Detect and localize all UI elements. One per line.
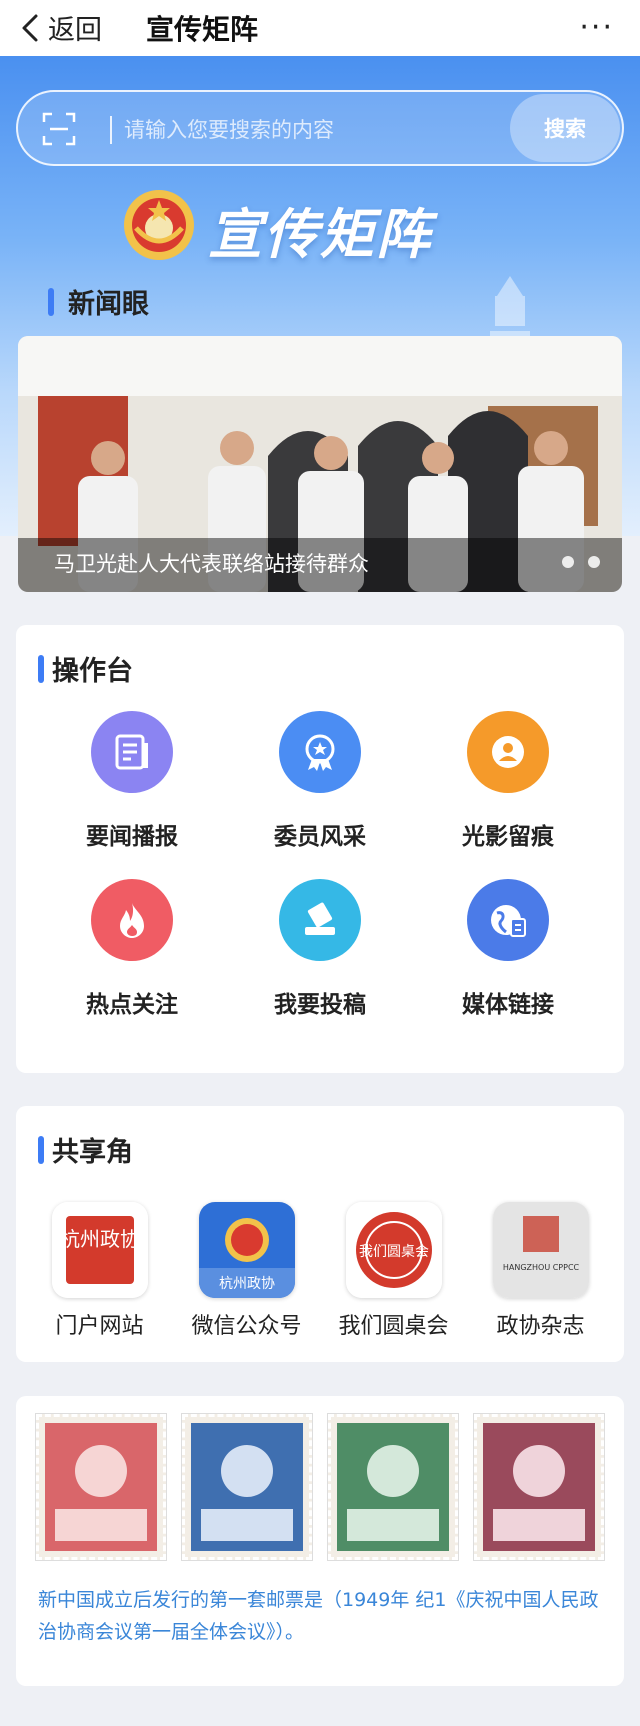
wechat-logo-text: 杭州政协	[219, 1276, 275, 1292]
user-portrait-icon	[467, 711, 549, 793]
page-title: 宣传矩阵	[146, 13, 259, 46]
stamps-card[interactable]: 新中国成立后发行的第一套邮票是（1949年 纪1《庆祝中国人民政治协商会议第一届…	[16, 1396, 624, 1686]
news-carousel[interactable]: 马卫光赴人大代表联络站接待群众	[18, 336, 622, 592]
op-member-profiles[interactable]: 委员风采	[226, 711, 414, 851]
share-label: 我们圆桌会	[338, 1314, 449, 1339]
stamp-image	[328, 1414, 458, 1560]
op-news-broadcast[interactable]: 要闻播报	[38, 711, 226, 851]
back-label: 返回	[48, 15, 102, 46]
op-label: 媒体链接	[462, 992, 554, 1018]
back-button[interactable]: 返回	[18, 8, 102, 47]
stamp-image	[36, 1414, 166, 1560]
flame-icon	[91, 879, 173, 961]
magazine-logo-text: HANGZHOU CPPCC	[502, 1263, 579, 1272]
search-divider	[110, 116, 112, 144]
section-accent-bar	[38, 654, 44, 683]
cppcc-emblem-icon	[124, 190, 194, 260]
share-magazine[interactable]: HANGZHOU CPPCC 政协杂志	[471, 1202, 611, 1340]
top-navbar: 返回 宣传矩阵 ···	[0, 0, 640, 56]
share-round-table[interactable]: 我们圆桌会 我们圆桌会	[324, 1202, 464, 1340]
section-accent-bar	[48, 287, 54, 316]
operations-heading: 操作台	[38, 649, 133, 688]
op-hot-topics[interactable]: 热点关注	[38, 879, 226, 1019]
operations-title: 操作台	[52, 656, 133, 687]
award-badge-icon	[279, 711, 361, 793]
round-table-icon: 我们圆桌会	[345, 1202, 442, 1298]
stamp-gallery	[36, 1414, 604, 1564]
share-wechat-account[interactable]: 杭州政协 微信公众号	[177, 1202, 317, 1340]
carousel-dot[interactable]	[562, 556, 574, 568]
op-label: 我要投稿	[274, 992, 366, 1018]
share-portal-website[interactable]: 杭州政协 门户网站	[30, 1202, 170, 1340]
share-title: 共享角	[52, 1137, 133, 1168]
submit-tray-icon	[279, 879, 361, 961]
search-bar: 搜索	[16, 90, 624, 166]
share-label: 微信公众号	[191, 1314, 302, 1339]
share-list: 杭州政协 门户网站 杭州政协 微信公众号 我们圆桌会 我们圆桌会 HANGZHO…	[16, 1202, 624, 1340]
round-table-logo-text: 我们圆桌会	[359, 1244, 429, 1260]
news-caption[interactable]: 马卫光赴人大代表联络站接待群众	[54, 548, 369, 578]
search-input[interactable]	[124, 110, 514, 150]
globe-link-icon	[467, 879, 549, 961]
op-label: 热点关注	[86, 992, 178, 1018]
more-options-icon[interactable]: ···	[579, 10, 614, 45]
share-label: 政协杂志	[496, 1314, 585, 1339]
portal-logo-text: 杭州政协	[60, 1227, 140, 1251]
stamp-description[interactable]: 新中国成立后发行的第一套邮票是（1949年 纪1《庆祝中国人民政治协商会议第一届…	[38, 1584, 608, 1648]
share-label: 门户网站	[55, 1314, 144, 1339]
scan-icon[interactable]	[42, 112, 76, 146]
op-label: 光影留痕	[462, 824, 554, 850]
op-photo-gallery[interactable]: 光影留痕	[414, 711, 602, 851]
op-submit-article[interactable]: 我要投稿	[226, 879, 414, 1019]
wechat-official-icon: 杭州政协	[198, 1202, 295, 1298]
op-media-links[interactable]: 媒体链接	[414, 879, 602, 1019]
news-section-heading: 新闻眼	[48, 282, 149, 321]
op-label: 委员风采	[274, 824, 366, 850]
stamp-image	[182, 1414, 312, 1560]
news-section-title: 新闻眼	[68, 289, 149, 320]
chevron-left-icon	[22, 14, 38, 41]
banner-title: 宣传矩阵	[208, 203, 432, 266]
search-button[interactable]: 搜索	[510, 94, 620, 162]
news-document-icon	[91, 711, 173, 793]
carousel-dot[interactable]	[588, 556, 600, 568]
portal-seal-icon: 杭州政协	[51, 1202, 148, 1298]
share-heading: 共享角	[38, 1130, 133, 1169]
carousel-indicators	[562, 556, 600, 568]
op-label: 要闻播报	[86, 824, 178, 850]
magazine-icon: HANGZHOU CPPCC	[492, 1202, 589, 1298]
share-card: 共享角 杭州政协 门户网站 杭州政协 微信公众号 我们圆桌会 我们圆桌会 HAN…	[16, 1106, 624, 1362]
operations-grid: 要闻播报 委员风采 光影留痕 热点关注 我要投稿 媒体链接	[16, 711, 624, 1019]
section-accent-bar	[38, 1135, 44, 1164]
operations-card: 操作台 要闻播报 委员风采 光影留痕 热点关注 我要投稿 媒体链接	[16, 625, 624, 1073]
stamp-image	[474, 1414, 604, 1560]
